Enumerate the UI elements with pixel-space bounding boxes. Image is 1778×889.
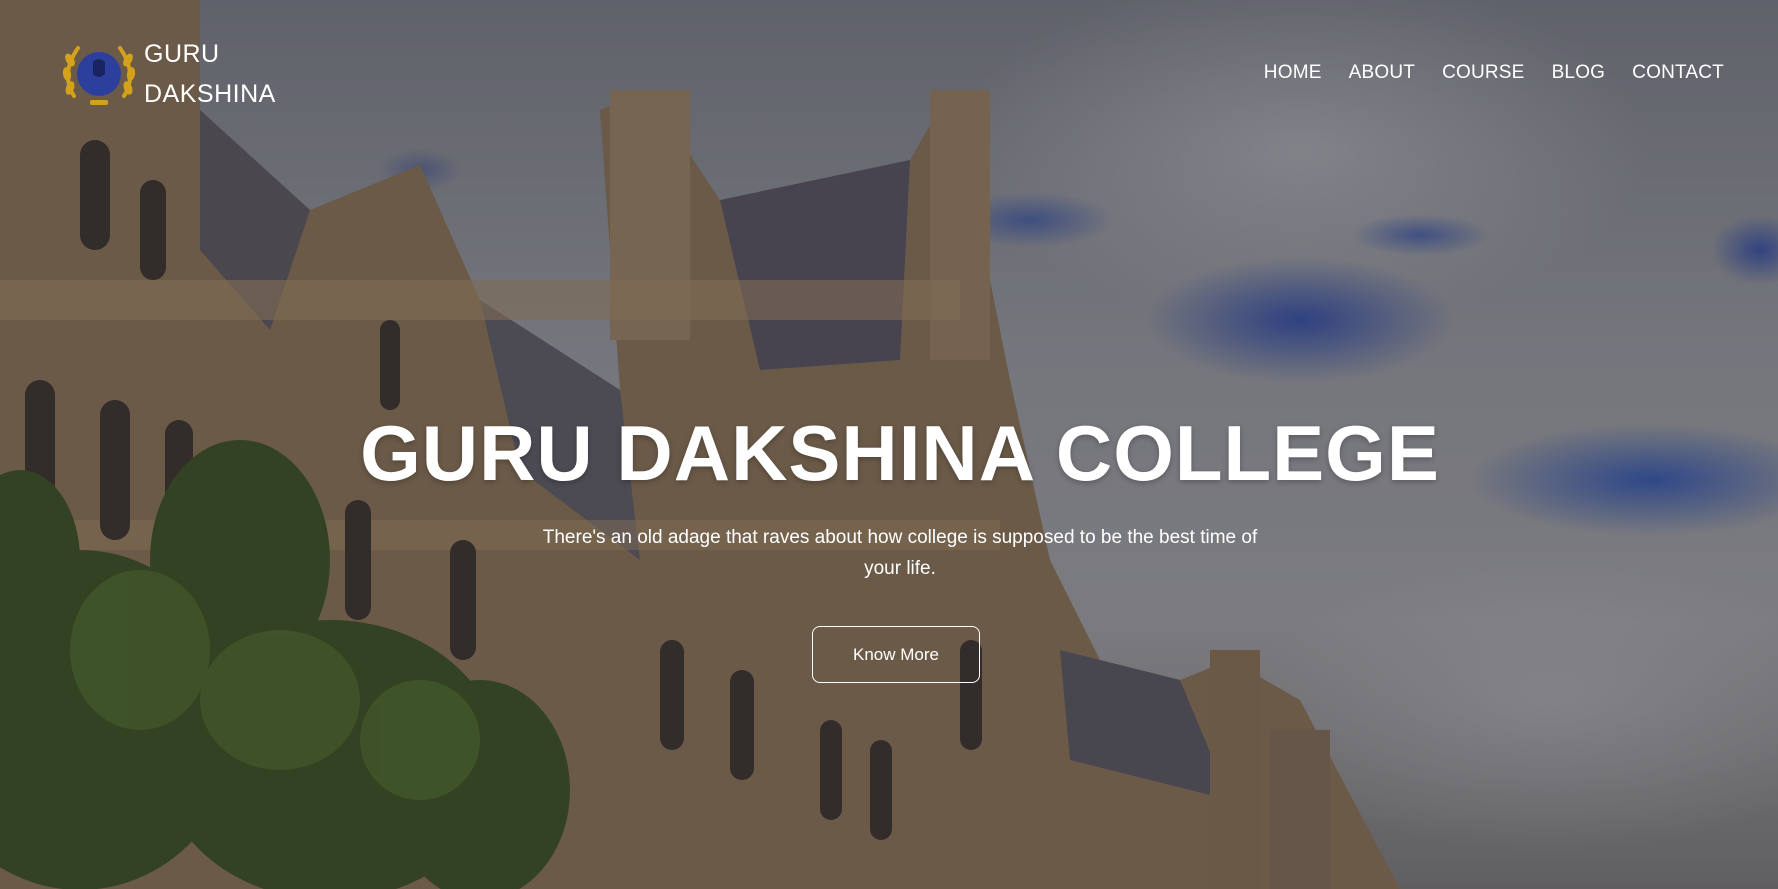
brand-name-line1: GURU bbox=[144, 40, 220, 68]
brand-name-line2: DAKSHINA bbox=[144, 80, 276, 108]
nav-item-contact[interactable]: CONTACT bbox=[1632, 62, 1724, 84]
laurel-emblem-icon bbox=[62, 46, 136, 105]
nav-item-about[interactable]: ABOUT bbox=[1349, 62, 1415, 84]
nav-item-blog[interactable]: BLOG bbox=[1552, 62, 1606, 84]
brand-name: GURU DAKSHINA bbox=[144, 34, 276, 114]
nav-item-home[interactable]: HOME bbox=[1264, 62, 1322, 84]
hero-subtitle: There's an old adage that raves about ho… bbox=[542, 527, 1258, 579]
brand-logo[interactable]: GURU DAKSHINA bbox=[60, 34, 276, 114]
know-more-button[interactable]: Know More bbox=[812, 626, 980, 683]
nav-item-course[interactable]: COURSE bbox=[1442, 62, 1525, 84]
hero-title: GURU DAKSHINA COLLEGE bbox=[360, 409, 1440, 497]
hero-section: GURU DAKSHINA HOME ABOUT COURSE BLOG CON… bbox=[0, 0, 1778, 889]
main-nav: HOME ABOUT COURSE BLOG CONTACT bbox=[1264, 62, 1724, 84]
